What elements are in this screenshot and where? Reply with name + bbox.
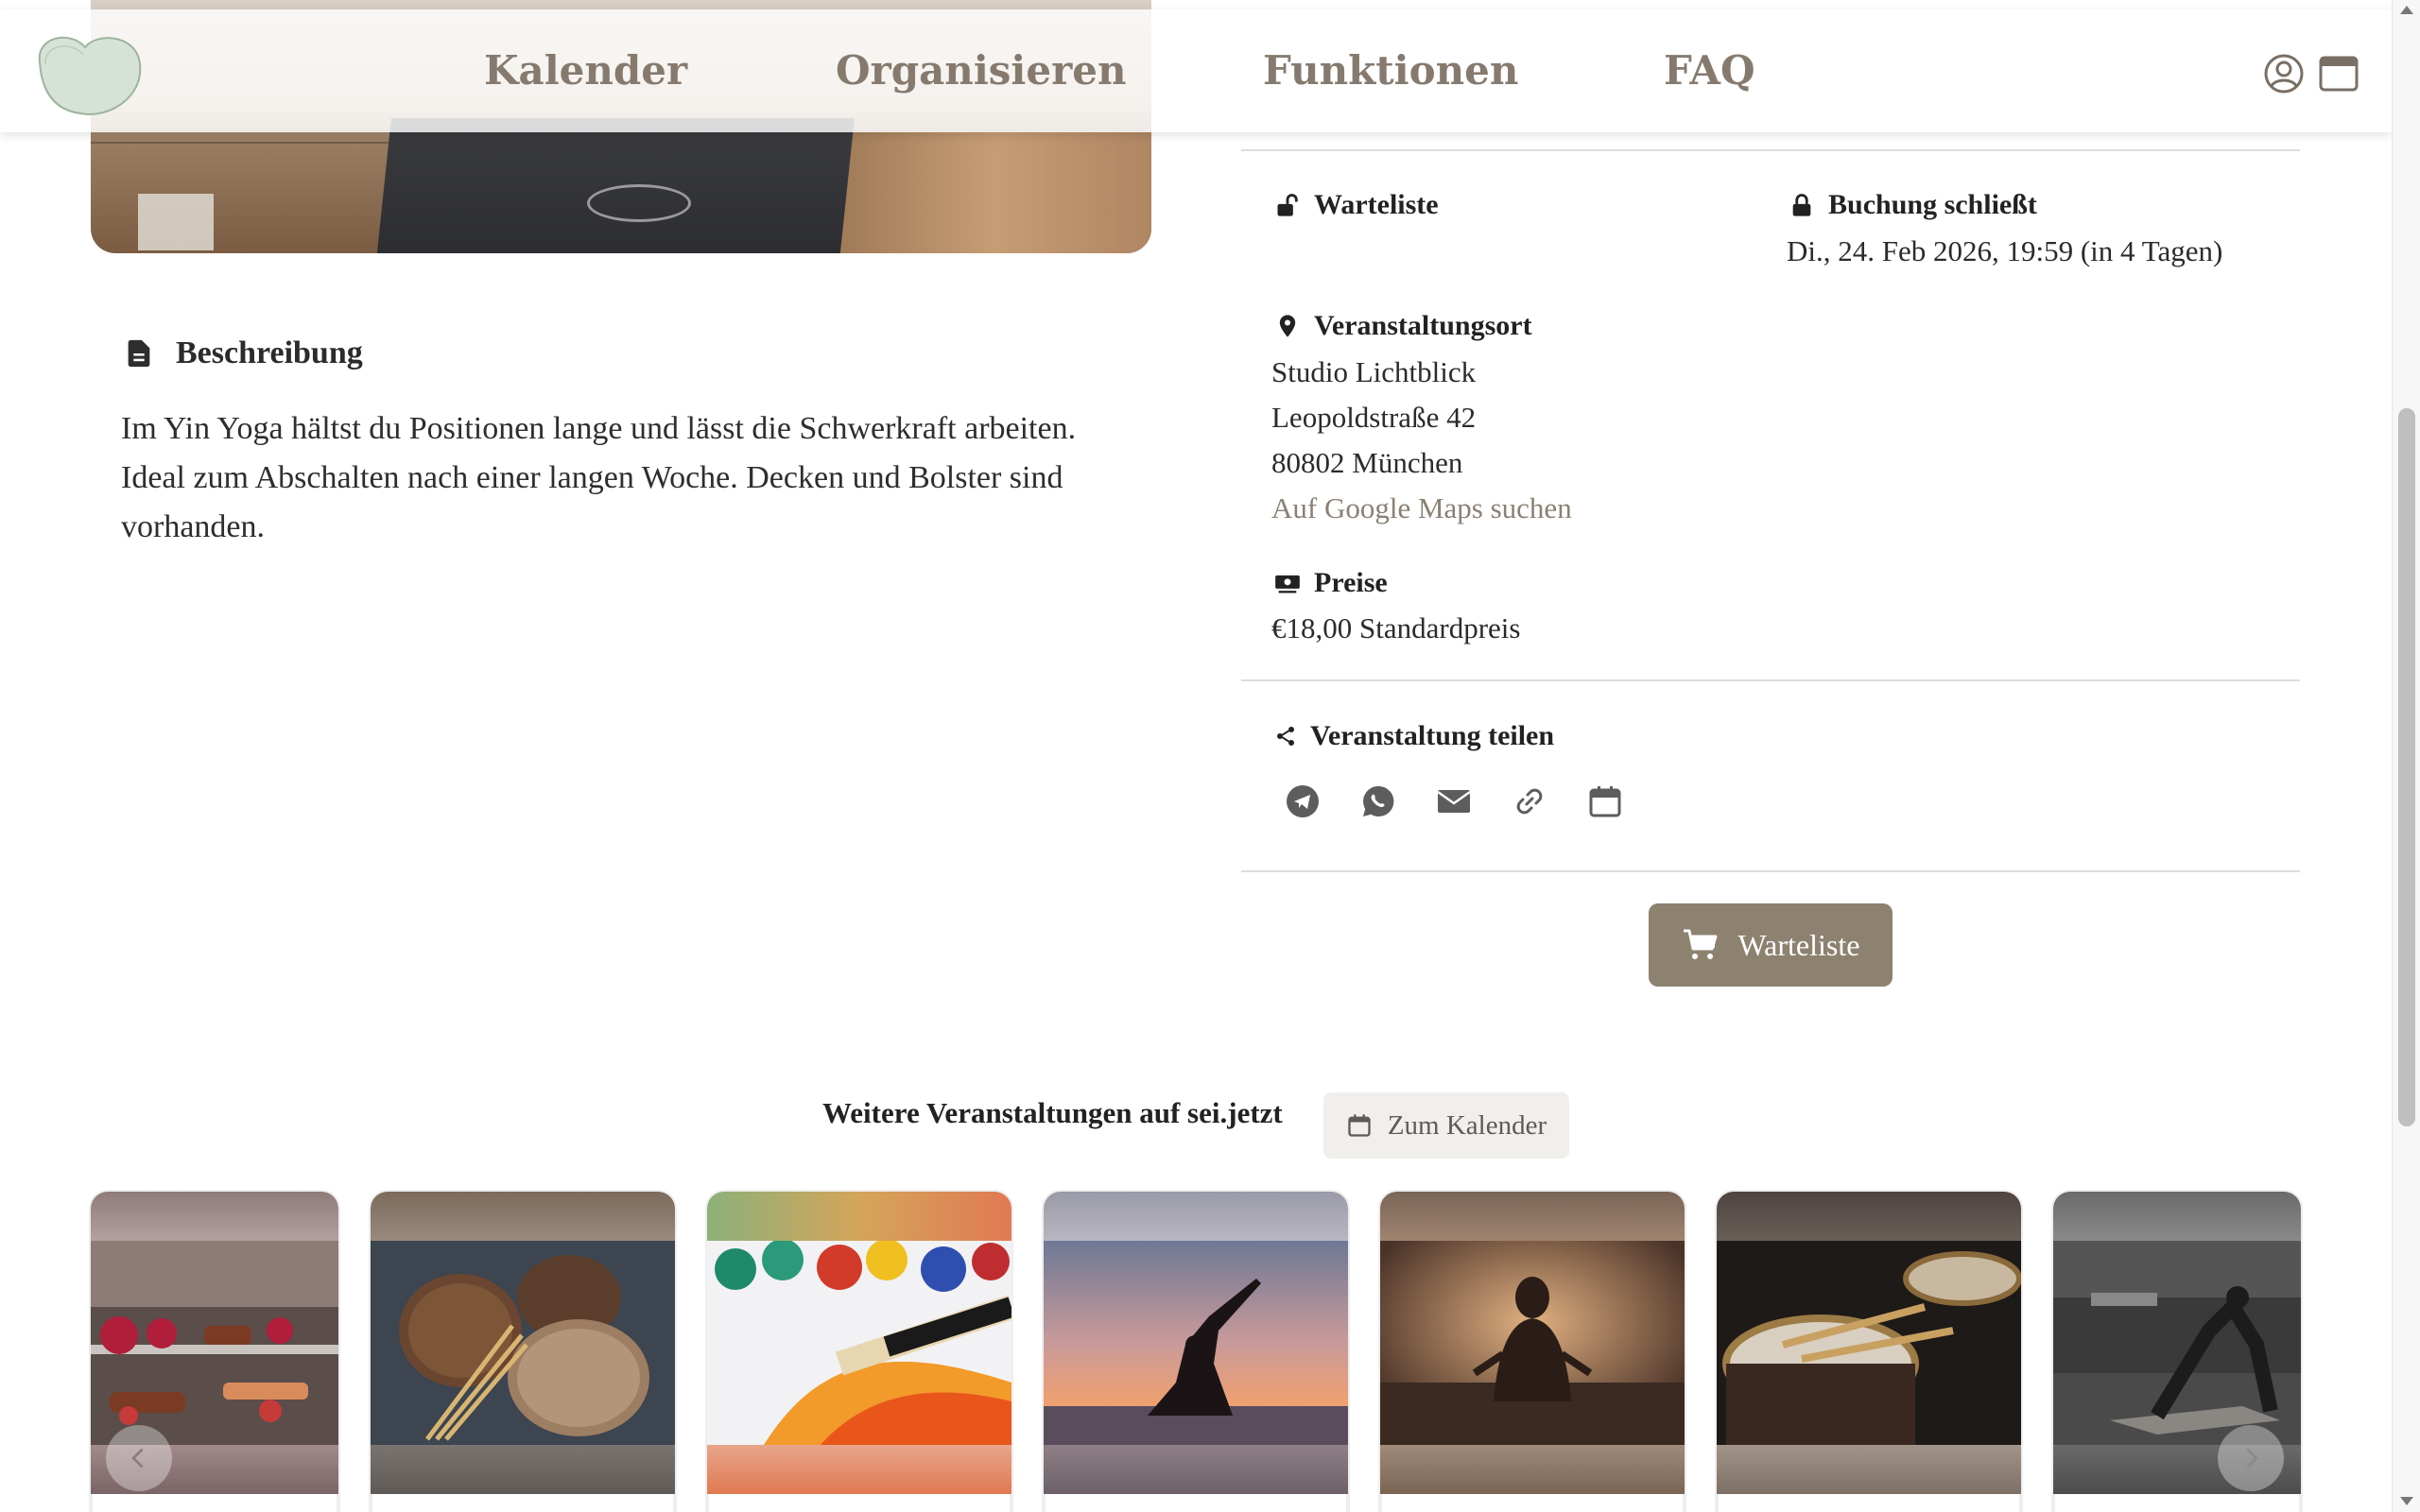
chevron-left-icon	[131, 1448, 144, 1469]
document-icon	[128, 339, 150, 368]
description-heading: Beschreibung	[123, 335, 363, 371]
event-card-image	[2053, 1241, 2301, 1445]
calendar-icon[interactable]	[1588, 784, 1622, 818]
carousel-prev-button[interactable]	[106, 1425, 172, 1491]
google-maps-link[interactable]: Auf Google Maps suchen	[1271, 491, 1572, 524]
event-card-image	[707, 1241, 1011, 1445]
scroll-down-arrow[interactable]	[2400, 1497, 2413, 1505]
share-options	[1286, 784, 1622, 818]
cash-icon	[1275, 575, 1300, 593]
link-icon[interactable]	[1512, 784, 1547, 818]
location-name: Studio Lichtblick	[1271, 355, 1477, 388]
brand-logo[interactable]	[28, 26, 147, 121]
event-card-meditation[interactable]	[1380, 1192, 1685, 1512]
event-card-image	[1044, 1241, 1348, 1445]
waitlist-label: Warteliste	[1274, 189, 1439, 221]
event-card-painting[interactable]	[707, 1192, 1011, 1512]
whatsapp-icon[interactable]	[1361, 784, 1395, 818]
info-divider-bottom	[1241, 870, 2300, 872]
unlock-icon	[1277, 194, 1298, 216]
event-card-bread[interactable]	[371, 1192, 675, 1512]
event-card-drums[interactable]	[1717, 1192, 2021, 1512]
lock-icon	[1792, 194, 1811, 216]
more-events-title: Weitere Veranstaltungen auf sei.jetzt	[822, 1096, 1283, 1129]
page-scrollbar[interactable]	[2392, 0, 2420, 1512]
to-calendar-button[interactable]: Zum Kalender	[1323, 1092, 1569, 1159]
nav-item-kalender[interactable]: Kalender	[484, 47, 687, 94]
location-city: 80802 München	[1271, 446, 1463, 479]
chevron-right-icon	[2246, 1448, 2258, 1469]
info-divider-top	[1241, 149, 2300, 151]
event-card-yoga-sunset[interactable]	[1044, 1192, 1348, 1512]
carousel-next-button[interactable]	[2218, 1425, 2284, 1491]
event-card-image	[91, 1241, 338, 1445]
browser-window-icon[interactable]	[2318, 53, 2360, 94]
email-icon[interactable]	[1437, 784, 1471, 818]
cart-icon	[1683, 929, 1718, 959]
top-navigation-bar: Kalender Organisieren Funktionen FAQ	[0, 9, 2392, 132]
prices-label: Preise	[1274, 567, 1388, 599]
waitlist-button[interactable]: Warteliste	[1649, 903, 1893, 987]
scroll-thumb[interactable]	[2398, 408, 2415, 1126]
telegram-icon[interactable]	[1286, 784, 1320, 818]
to-calendar-label: Zum Kalender	[1387, 1109, 1547, 1141]
nav-item-funktionen[interactable]: Funktionen	[1263, 47, 1518, 94]
calendar-outline-icon	[1348, 1114, 1371, 1137]
event-card-image	[1380, 1241, 1685, 1445]
nav-item-organisieren[interactable]: Organisieren	[836, 47, 1127, 94]
share-icon	[1277, 727, 1294, 746]
location-street: Leopoldstraße 42	[1271, 401, 1477, 434]
description-title: Beschreibung	[176, 335, 363, 370]
booking-closes-value: Di., 24. Feb 2026, 19:59 (in 4 Tagen)	[1787, 234, 2223, 267]
description-text: Im Yin Yoga hältst du Positionen lange u…	[121, 411, 1077, 544]
location-label: Veranstaltungsort	[1274, 310, 1532, 342]
event-card-image	[371, 1241, 675, 1445]
price-value: €18,00 Standardpreis	[1271, 611, 1521, 644]
mat-logo	[587, 184, 691, 222]
floor-board	[839, 132, 1151, 253]
info-divider-middle	[1241, 679, 2300, 681]
map-pin-icon	[1279, 315, 1296, 337]
event-card-image	[1717, 1241, 2021, 1445]
share-label: Veranstaltung teilen	[1274, 720, 1554, 752]
booking-closes-label: Buchung schließt	[1789, 189, 2037, 221]
nav-item-faq[interactable]: FAQ	[1664, 47, 1755, 94]
scroll-up-arrow[interactable]	[2400, 6, 2413, 14]
user-circle-icon[interactable]	[2263, 53, 2305, 94]
waitlist-button-label: Warteliste	[1737, 927, 1860, 962]
floor-fleck	[138, 194, 214, 250]
